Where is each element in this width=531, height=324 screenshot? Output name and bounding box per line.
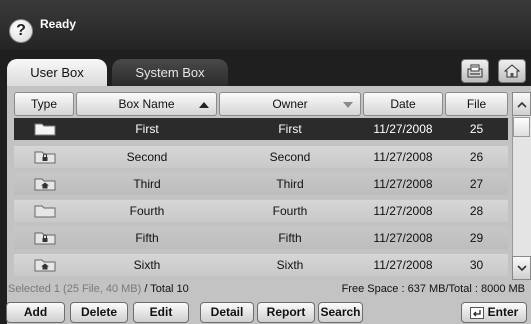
delete-button[interactable]: Delete <box>70 302 128 323</box>
selected-count: Selected 1 (25 File, 40 MB) <box>8 283 142 295</box>
enter-label: Enter <box>487 305 519 319</box>
folder-icon <box>34 205 56 218</box>
date-cell: 11/27/2008 <box>373 122 433 136</box>
scroll-up-button[interactable] <box>512 92 531 116</box>
selection-info: Selected 1 (25 File, 40 MB) / Total 10 <box>8 283 189 295</box>
locked-folder-icon <box>34 151 56 164</box>
detail-button[interactable]: Detail <box>200 302 254 323</box>
edit-button[interactable]: Edit <box>133 302 189 323</box>
sort-ascending-icon <box>199 102 209 108</box>
table-row[interactable]: Fifth Fifth 11/27/2008 29 <box>14 227 508 249</box>
enter-icon <box>469 306 484 319</box>
table-row[interactable]: Second Second 11/27/2008 26 <box>14 146 508 168</box>
add-button[interactable]: Add <box>6 302 65 323</box>
table-row[interactable]: Sixth Sixth 11/27/2008 30 <box>14 254 508 276</box>
file-count-cell: 27 <box>469 177 484 191</box>
search-button[interactable]: Search <box>318 302 363 323</box>
enter-button[interactable]: Enter <box>461 302 527 323</box>
folder-icon <box>34 123 56 136</box>
date-cell: 11/27/2008 <box>373 150 433 164</box>
box-name-cell: Second <box>126 150 168 164</box>
date-cell: 11/27/2008 <box>373 258 433 272</box>
sort-descending-icon <box>343 102 353 108</box>
tab-system-box[interactable]: System Box <box>112 59 228 86</box>
tray-icon <box>467 64 483 78</box>
owner-cell: Sixth <box>276 258 304 272</box>
table-row[interactable]: Fourth Fourth 11/27/2008 28 <box>14 200 508 222</box>
file-count-cell: 29 <box>469 231 484 245</box>
box-name-cell: Fifth <box>135 231 159 245</box>
home-icon <box>504 64 520 78</box>
file-count-cell: 30 <box>469 258 484 272</box>
file-count-cell: 25 <box>469 122 484 136</box>
column-header-file[interactable]: File <box>445 92 508 116</box>
column-header-owner[interactable]: Owner <box>219 92 361 116</box>
owner-cell: Fourth <box>272 204 308 218</box>
file-count-cell: 28 <box>469 204 484 218</box>
box-name-cell: First <box>135 122 159 136</box>
tab-user-box[interactable]: User Box <box>7 59 107 87</box>
report-button[interactable]: Report <box>257 302 315 323</box>
date-cell: 11/27/2008 <box>373 204 433 218</box>
table-row[interactable]: Third Third 11/27/2008 27 <box>14 173 508 195</box>
secure-folder-icon <box>34 259 56 272</box>
storage-info: Free Space : 637 MB/Total : 8000 MB <box>341 283 525 295</box>
column-header-box-name[interactable]: Box Name <box>76 92 217 116</box>
status-bar: ? Ready <box>0 0 531 50</box>
chevron-down-icon <box>516 264 527 271</box>
owner-cell: Fifth <box>278 231 302 245</box>
status-text: Ready <box>40 17 77 31</box>
chevron-up-icon <box>516 101 527 108</box>
scroll-thumb[interactable] <box>513 117 530 137</box>
file-count-cell: 26 <box>469 150 484 164</box>
help-button[interactable]: ? <box>9 19 33 43</box>
home-button[interactable] <box>498 59 526 83</box>
date-cell: 11/27/2008 <box>373 231 433 245</box>
table-row[interactable]: First First 11/27/2008 25 <box>14 118 508 140</box>
secure-folder-icon <box>34 178 56 191</box>
box-name-cell: Sixth <box>133 258 161 272</box>
owner-cell: First <box>278 122 302 136</box>
column-header-date[interactable]: Date <box>363 92 443 116</box>
locked-folder-icon <box>34 232 56 245</box>
total-count: / Total 10 <box>141 283 189 295</box>
owner-cell: Third <box>276 177 304 191</box>
scroll-down-button[interactable] <box>512 256 531 280</box>
box-name-cell: Fourth <box>129 204 165 218</box>
owner-cell: Second <box>269 150 311 164</box>
column-header-type[interactable]: Type <box>14 92 74 116</box>
tray-button[interactable] <box>461 59 489 83</box>
box-name-cell: Third <box>133 177 161 191</box>
date-cell: 11/27/2008 <box>373 177 433 191</box>
